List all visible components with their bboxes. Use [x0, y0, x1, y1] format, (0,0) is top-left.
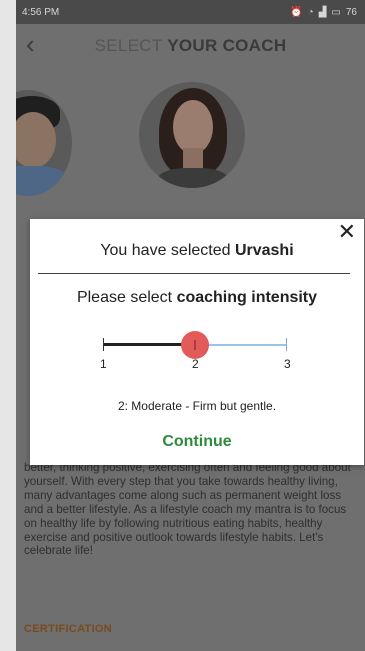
status-icons: ⏰ ◔ ▟ ▭ 76 — [290, 7, 357, 18]
status-time: 4:56 PM — [22, 6, 60, 18]
certification-heading: CERTIFICATION — [24, 623, 113, 635]
selected-prefix: You have selected — [100, 242, 235, 259]
selected-coach-text: You have selected Urvashi — [30, 242, 364, 260]
signal-icon: ▟ — [318, 6, 327, 18]
intensity-prefix: Please select — [76, 289, 177, 306]
coach-bio-text: better, thinking positive, exercising of… — [24, 461, 351, 558]
alarm-icon: ⏰ — [290, 6, 303, 18]
divider — [38, 273, 350, 274]
intensity-bold: coaching intensity — [176, 289, 318, 306]
slider-label-3: 3 — [284, 357, 291, 371]
title-prefix: SELECT — [94, 36, 168, 55]
back-arrow-icon[interactable]: ‹ — [26, 31, 35, 57]
page-title: SELECT YOUR COACH — [16, 36, 365, 56]
slider-thumb[interactable] — [181, 331, 209, 359]
coaching-intensity-dialog: ✕ You have selected Urvashi Please selec… — [30, 219, 364, 465]
battery-icon: ▭ — [331, 6, 341, 18]
status-bar: 4:56 PM ⏰ ◔ ▟ ▭ 76 — [16, 0, 365, 24]
selected-coach-name: Urvashi — [234, 242, 294, 259]
slider-tick-1 — [103, 338, 104, 351]
intensity-level-description: 2: Moderate - Firm but gentle. — [117, 399, 277, 413]
slider-label-2: 2 — [192, 357, 199, 371]
battery-level: 76 — [345, 6, 357, 18]
wifi-icon: ◔ — [307, 6, 314, 18]
intensity-prompt: Please select coaching intensity — [30, 289, 364, 307]
coach-avatar-selected[interactable] — [139, 82, 245, 188]
continue-button[interactable]: Continue — [30, 433, 364, 451]
app-bar: ‹ SELECT YOUR COACH — [16, 24, 365, 68]
slider-tick-3 — [286, 338, 287, 351]
coach-avatar-previous[interactable] — [16, 90, 72, 196]
slider-label-1: 1 — [100, 357, 107, 371]
title-main: YOUR COACH — [167, 36, 287, 55]
